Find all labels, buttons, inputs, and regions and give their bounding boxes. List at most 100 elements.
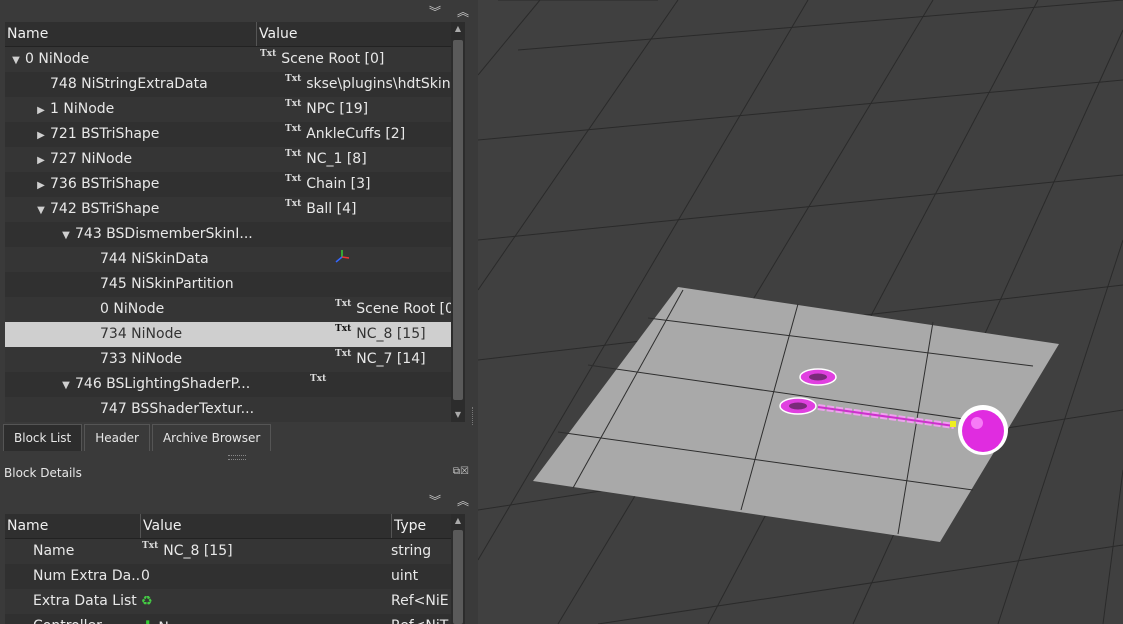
tree-row-name: 743 BSDismemberSkinI... — [75, 226, 253, 242]
expanded-arrow-icon[interactable]: ▼ — [59, 223, 73, 247]
txt-icon: Txt — [285, 149, 302, 159]
column-name[interactable]: Name — [5, 22, 257, 46]
expand-icon[interactable]: ︽ — [456, 3, 470, 20]
tree-row-value-cell: Txt NC_1 [8] — [284, 147, 451, 172]
detail-row[interactable]: Num Extra Da... 0 uint — [5, 564, 451, 589]
column-value[interactable]: Value — [141, 514, 392, 538]
tree-row[interactable]: ▼ 742 BSTriShape Txt Ball [4] — [5, 197, 451, 222]
tree-row-value: NC_1 [8] — [306, 151, 367, 167]
tree-row-name: 744 NiSkinData — [100, 251, 209, 267]
txt-icon: Txt — [285, 99, 302, 109]
tree-row[interactable]: 748 NiStringExtraData Txt skse\plugins\hdt… — [5, 72, 451, 97]
block-details-scrollbar[interactable]: ▲ — [451, 514, 465, 624]
collapse-icon[interactable]: ︾ — [428, 492, 442, 509]
txt-icon: Txt — [260, 49, 277, 59]
tree-row[interactable]: ▶ 721 BSTriShape Txt AnkleCuffs [2] — [5, 122, 451, 147]
tree-row[interactable]: 0 NiNode Txt Scene Root [0] — [5, 297, 451, 322]
collapsed-arrow-icon[interactable]: ▶ — [34, 123, 48, 147]
detail-row[interactable]: Controller✚ None Ref<NiT — [5, 614, 451, 624]
tree-row[interactable]: 733 NiNode Txt NC_7 [14] — [5, 347, 451, 372]
expanded-arrow-icon[interactable]: ▼ — [59, 373, 73, 397]
tab-block-list[interactable]: Block List — [3, 424, 83, 451]
column-value[interactable]: Value — [257, 22, 297, 46]
tree-row-name: 746 BSLightingShaderP... — [75, 376, 251, 392]
column-type[interactable]: Type — [392, 514, 426, 538]
tree-row-name-cell: ▼ 743 BSDismemberSkinI... — [5, 222, 309, 247]
tree-row-name-cell: ▶ 1 NiNode — [5, 97, 284, 122]
detail-row-name: Num Extra Da... — [33, 568, 141, 584]
tree-row-value: Chain [3] — [306, 176, 371, 192]
tree-row-name-cell: ▶ 721 BSTriShape — [5, 122, 284, 147]
scroll-thumb[interactable] — [453, 530, 463, 624]
vertical-splitter[interactable] — [472, 407, 476, 425]
detail-row-value: NC_8 [15] — [163, 543, 233, 559]
tree-row[interactable]: ▼ 0 NiNode Txt Scene Root [0] — [5, 47, 451, 72]
detail-row-name: Name — [33, 543, 75, 559]
detail-row-value-cell[interactable]: ✚ None — [141, 614, 391, 624]
detail-row-value-cell[interactable]: ♻ — [141, 589, 391, 614]
txt-icon: Txt — [285, 199, 302, 209]
tree-row-name-cell: ▶ 736 BSTriShape — [5, 172, 284, 197]
tree-row[interactable]: ▼ 746 BSLightingShaderP... Txt — [5, 372, 451, 397]
column-name[interactable]: Name — [5, 514, 141, 538]
collapsed-arrow-icon[interactable]: ▶ — [34, 173, 48, 197]
detail-row-name: Extra Data List — [33, 593, 137, 609]
tree-row[interactable]: ▶ 1 NiNode Txt NPC [19] — [5, 97, 451, 122]
tree-row[interactable]: ▶ 736 BSTriShape Txt Chain [3] — [5, 172, 451, 197]
ball[interactable] — [958, 405, 1008, 455]
detail-row[interactable]: Name Txt NC_8 [15] string — [5, 539, 451, 564]
left-panel: ︾ ︽ Name Value ▼ 0 NiNode Txt Scene Root [0… — [0, 0, 478, 624]
3d-viewport[interactable] — [478, 0, 1123, 624]
tree-row[interactable]: 734 NiNode Txt NC_8 [15] — [5, 322, 451, 347]
tree-row-name-cell: 744 NiSkinData — [5, 247, 334, 272]
block-details-table[interactable]: Name Value Type Name Txt NC_8 [15] string Nu… — [5, 514, 451, 624]
panel-splitter[interactable] — [228, 455, 246, 460]
tree-row[interactable]: 745 NiSkinPartition — [5, 272, 451, 297]
tab-archive-browser[interactable]: Archive Browser — [151, 424, 272, 451]
collapsed-arrow-icon[interactable]: ▶ — [34, 148, 48, 172]
tree-row-value-cell: Txt Scene Root [0] — [259, 47, 451, 72]
detail-row[interactable]: Extra Data List ♻ Ref<NiE — [5, 589, 451, 614]
scroll-thumb[interactable] — [453, 40, 463, 400]
tree-row-value: AnkleCuffs [2] — [306, 126, 406, 142]
tree-row-value-cell — [309, 222, 451, 247]
tree-row-value-cell: Txt NC_7 [14] — [334, 347, 451, 372]
float-icon[interactable]: ⧉ — [453, 466, 460, 477]
tree-row-value: Ball [4] — [306, 201, 357, 217]
tree-row[interactable]: ▼ 743 BSDismemberSkinI... — [5, 222, 451, 247]
expand-icon[interactable]: ︽ — [456, 492, 470, 509]
collapsed-arrow-icon[interactable]: ▶ — [34, 98, 48, 122]
tree-row-name-cell: ▼ 746 BSLightingShaderP... — [5, 372, 309, 397]
scene-render[interactable] — [478, 0, 1123, 624]
tree-row[interactable]: 747 BSShaderTextur... — [5, 397, 451, 422]
tree-row-value: skse\plugins\hdtSkinne... — [306, 76, 451, 92]
tab-header[interactable]: Header — [84, 424, 150, 451]
tree-row-value-cell: Txt Ball [4] — [284, 197, 451, 222]
tree-row-name: 736 BSTriShape — [50, 176, 160, 192]
tree-row[interactable]: ▶ 727 NiNode Txt NC_1 [8] — [5, 147, 451, 172]
expanded-arrow-icon[interactable]: ▼ — [34, 198, 48, 222]
plus-icon[interactable]: ✚ — [141, 617, 154, 624]
txt-icon: Txt — [285, 74, 302, 84]
tree-row-name: 1 NiNode — [50, 101, 115, 117]
tree-row-value: NC_8 [15] — [356, 326, 426, 342]
block-list-tree[interactable]: Name Value ▼ 0 NiNode Txt Scene Root [0] 748… — [5, 22, 451, 422]
tree-row-name: 0 NiNode — [25, 51, 90, 67]
detail-row-value-cell[interactable]: 0 — [141, 564, 391, 589]
scroll-down-icon[interactable]: ▼ — [451, 408, 465, 422]
tree-row[interactable]: 744 NiSkinData — [5, 247, 451, 272]
expanded-arrow-icon[interactable]: ▼ — [9, 48, 23, 72]
block-list-scrollbar[interactable]: ▲ ▼ — [451, 22, 465, 422]
tree-row-name: 733 NiNode — [100, 351, 183, 367]
block-list-header: Name Value — [5, 22, 451, 47]
tree-row-value-cell: Txt NPC [19] — [284, 97, 451, 122]
detail-row-value: None — [158, 620, 195, 624]
tree-row-value: NPC [19] — [306, 101, 369, 117]
detail-row-value-cell[interactable]: Txt NC_8 [15] — [141, 539, 391, 564]
scroll-up-icon[interactable]: ▲ — [451, 514, 465, 528]
close-icon[interactable]: ☒ — [460, 466, 469, 477]
collapse-icon[interactable]: ︾ — [428, 3, 442, 20]
refresh-icon[interactable]: ♻ — [141, 594, 153, 609]
txt-icon: Txt — [335, 299, 352, 309]
scroll-up-icon[interactable]: ▲ — [451, 22, 465, 36]
